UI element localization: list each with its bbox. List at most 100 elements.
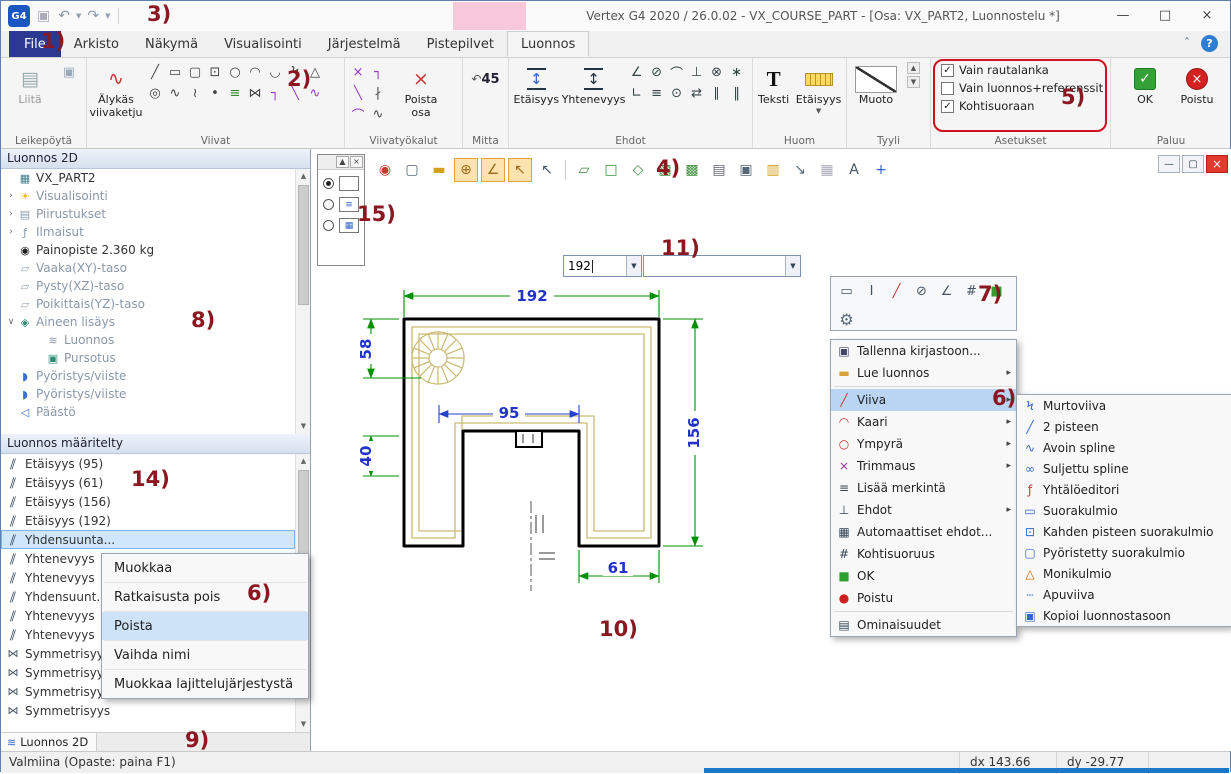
tangent-constraint-icon[interactable]: ⊗ xyxy=(707,62,727,83)
arc-3point-icon[interactable]: ◡ xyxy=(265,62,285,83)
context-menu-item[interactable]: Muokkaa lajittelujärjestystä xyxy=(102,670,308,698)
view-option-grid[interactable]: ▦ xyxy=(318,212,364,233)
constraint-item[interactable]: ∥Etäisyys (95) xyxy=(1,454,295,473)
corner-trim-icon[interactable]: ┐ xyxy=(368,62,388,83)
dimension-formula-combo[interactable]: ▼ xyxy=(643,255,801,277)
insert-text-icon[interactable]: A xyxy=(842,158,866,182)
scroll-up-icon[interactable]: ▲ xyxy=(296,169,311,184)
constraint-item[interactable]: ∥Etäisyys (61) xyxy=(1,473,295,492)
save-icon[interactable]: ▣ xyxy=(35,8,52,24)
sketch-menu-item[interactable]: ⊥Ehdot▸ xyxy=(831,499,1016,521)
combo-dropdown-icon[interactable]: ▼ xyxy=(626,256,641,276)
tab-luonnos-2d[interactable]: ≋ Luonnos 2D xyxy=(1,733,97,751)
expand-arrow-icon[interactable]: ∨ xyxy=(5,317,17,327)
tree-item[interactable]: ▣Pursotus xyxy=(1,349,295,367)
tab-pistepilvet[interactable]: Pistepilvet xyxy=(414,31,507,57)
sketch-menu-item[interactable]: ▬Lue luonnos▸ xyxy=(831,362,1016,384)
diameter-constraint-icon[interactable]: ⊘ xyxy=(647,62,667,83)
sketch-menu-item[interactable]: ○Ympyrä▸ xyxy=(831,433,1016,455)
coincident-constraint-button[interactable]: ↕ Yhtenevyys xyxy=(564,62,624,107)
arc-icon[interactable]: ◠ xyxy=(245,62,265,83)
dimension-text-left-upper[interactable]: 58 xyxy=(357,339,375,360)
break-icon[interactable]: ∤ xyxy=(368,83,388,104)
constraint-item[interactable]: ∥Etäisyys (192) xyxy=(1,511,295,530)
rect-tool-icon[interactable]: ▭ xyxy=(835,280,858,302)
chamfer-icon[interactable]: ╲ xyxy=(285,83,305,104)
tab-visualisointi[interactable]: Visualisointi xyxy=(211,31,315,57)
copy-icon[interactable]: ▣ xyxy=(59,62,79,83)
doc-restore-button[interactable]: ▢ xyxy=(1182,155,1204,173)
scroll-down-icon[interactable]: ▼ xyxy=(296,717,311,732)
paste-button[interactable]: ▤ Liitä xyxy=(4,62,56,107)
dimension-text-right[interactable]: 156 xyxy=(685,417,703,448)
grid-icon[interactable]: ▦ xyxy=(815,158,839,182)
line-submenu-item[interactable]: ϞMurtoviiva xyxy=(1017,395,1231,416)
tree-item[interactable]: ›ƒIlmaisut xyxy=(1,223,295,241)
undo-dropdown-icon[interactable]: ▼ xyxy=(76,12,81,20)
dimension-text-bottom[interactable]: 61 xyxy=(608,559,629,577)
line-submenu-item[interactable]: ▣Kopioi luonnostasoon xyxy=(1017,605,1231,626)
ok-chip-icon[interactable]: ■ xyxy=(985,280,1008,302)
expand-arrow-icon[interactable]: › xyxy=(5,227,17,237)
parallel-constraint-icon[interactable]: ≡ xyxy=(647,83,667,104)
ok-button[interactable]: ✓ OK xyxy=(1124,62,1166,107)
line-submenu-item[interactable]: ▢Pyöristetty suorakulmio xyxy=(1017,542,1231,563)
polygon-icon[interactable]: △ xyxy=(305,62,325,83)
tree-item[interactable]: ▱Poikittais(YZ)-taso xyxy=(1,295,295,313)
ellipse-icon[interactable]: ◎ xyxy=(145,83,165,104)
dimension-text-left-lower[interactable]: 40 xyxy=(357,446,375,467)
view-plane-icon[interactable]: ▩ xyxy=(680,158,704,182)
scroll-down-icon[interactable]: ▼ xyxy=(296,419,311,434)
corner-icon[interactable]: ┐ xyxy=(265,83,285,104)
smart-polyline-button[interactable]: ∿ Älykäsviivaketju xyxy=(90,62,142,119)
perpendicular-constraint-icon[interactable]: ⊥ xyxy=(687,62,707,83)
pin-icon[interactable]: ◉ xyxy=(373,158,397,182)
gear-icon[interactable]: ⚙ xyxy=(835,308,858,330)
tree-item[interactable]: ›☀Visualisointi xyxy=(1,187,295,205)
tree-item[interactable]: ›▤Piirustukset xyxy=(1,205,295,223)
sketch-menu-item[interactable]: ×Trimmaus▸ xyxy=(831,455,1016,477)
constraint-item[interactable]: ∥Yhdensuunta... xyxy=(1,530,295,549)
tree-item[interactable]: ▱Vaaka(XY)-taso xyxy=(1,259,295,277)
print-icon[interactable]: ▥ xyxy=(761,158,785,182)
tree-item[interactable]: ≋Luonnos xyxy=(1,331,295,349)
combo-dropdown-icon[interactable]: ▼ xyxy=(785,256,800,276)
shape-style-button[interactable]: Muoto xyxy=(850,62,902,107)
remove-part-button[interactable]: × Poistaosa xyxy=(395,62,447,119)
constraint-item[interactable]: ∥Etäisyys (156) xyxy=(1,492,295,511)
exit-button[interactable]: × Poistu xyxy=(1176,62,1218,107)
polyline-icon[interactable]: Ϟ xyxy=(285,62,305,83)
tree-item[interactable]: ∨◈Aineen lisäys xyxy=(1,313,295,331)
settings-checkbox[interactable]: ✓Vain rautalanka xyxy=(941,63,1100,77)
sketch-menu-item[interactable]: ▤Ominaisuudet xyxy=(831,614,1016,636)
select-cursor-icon[interactable]: ↖ xyxy=(535,158,559,182)
sketch-menu-item[interactable]: ▦Automaattiset ehdot... xyxy=(831,521,1016,543)
sketch-menu-item[interactable]: ╱Viiva▸ xyxy=(831,389,1016,411)
concentric-constraint-icon[interactable]: ⊙ xyxy=(667,83,687,104)
horizontal-constraint-icon[interactable]: ∟ xyxy=(627,83,647,104)
diameter-tool-icon[interactable]: ⊘ xyxy=(910,280,933,302)
line-submenu-item[interactable]: ┄Apuviiva xyxy=(1017,584,1231,605)
sketch-menu-item[interactable]: #Kohtisuoruus xyxy=(831,543,1016,565)
tab-luonnos[interactable]: Luonnos xyxy=(507,31,589,57)
view-shade-icon[interactable]: ▧ xyxy=(653,158,677,182)
center-rect-icon[interactable]: ⊡ xyxy=(205,62,225,83)
tab-jarjestelma[interactable]: Järjestelmä xyxy=(315,31,414,57)
settings-checkbox[interactable]: ✓Kohtisuoraan xyxy=(941,99,1100,113)
constraint-item[interactable]: ⋈Symmetrisyys xyxy=(1,701,295,720)
view-option-dimensions[interactable]: ≡ xyxy=(318,191,364,212)
line-tool-icon[interactable]: ╱ xyxy=(885,280,908,302)
tree-item[interactable]: ◗Pyöristys/viiste xyxy=(1,385,295,403)
notes-icon[interactable]: ▤ xyxy=(707,158,731,182)
line-submenu-item[interactable]: ƒYhtälöeditori xyxy=(1017,479,1231,500)
line-submenu-item[interactable]: ∿Avoin spline xyxy=(1017,437,1231,458)
tab-nakyma[interactable]: Näkymä xyxy=(132,31,211,57)
scrollbar-thumb[interactable] xyxy=(298,185,309,305)
tree-item[interactable]: ◗Pyöristys/viiste xyxy=(1,367,295,385)
tree-scrollbar[interactable]: ▲ ▼ xyxy=(295,169,311,434)
grid-tool-icon[interactable]: # xyxy=(960,280,983,302)
rect-icon[interactable]: ▭ xyxy=(165,62,185,83)
sketch-menu-item[interactable]: ◠Kaari▸ xyxy=(831,411,1016,433)
panel-up-icon[interactable]: ▲ xyxy=(336,156,349,168)
snap-free-icon[interactable]: ⊕ xyxy=(454,158,478,182)
